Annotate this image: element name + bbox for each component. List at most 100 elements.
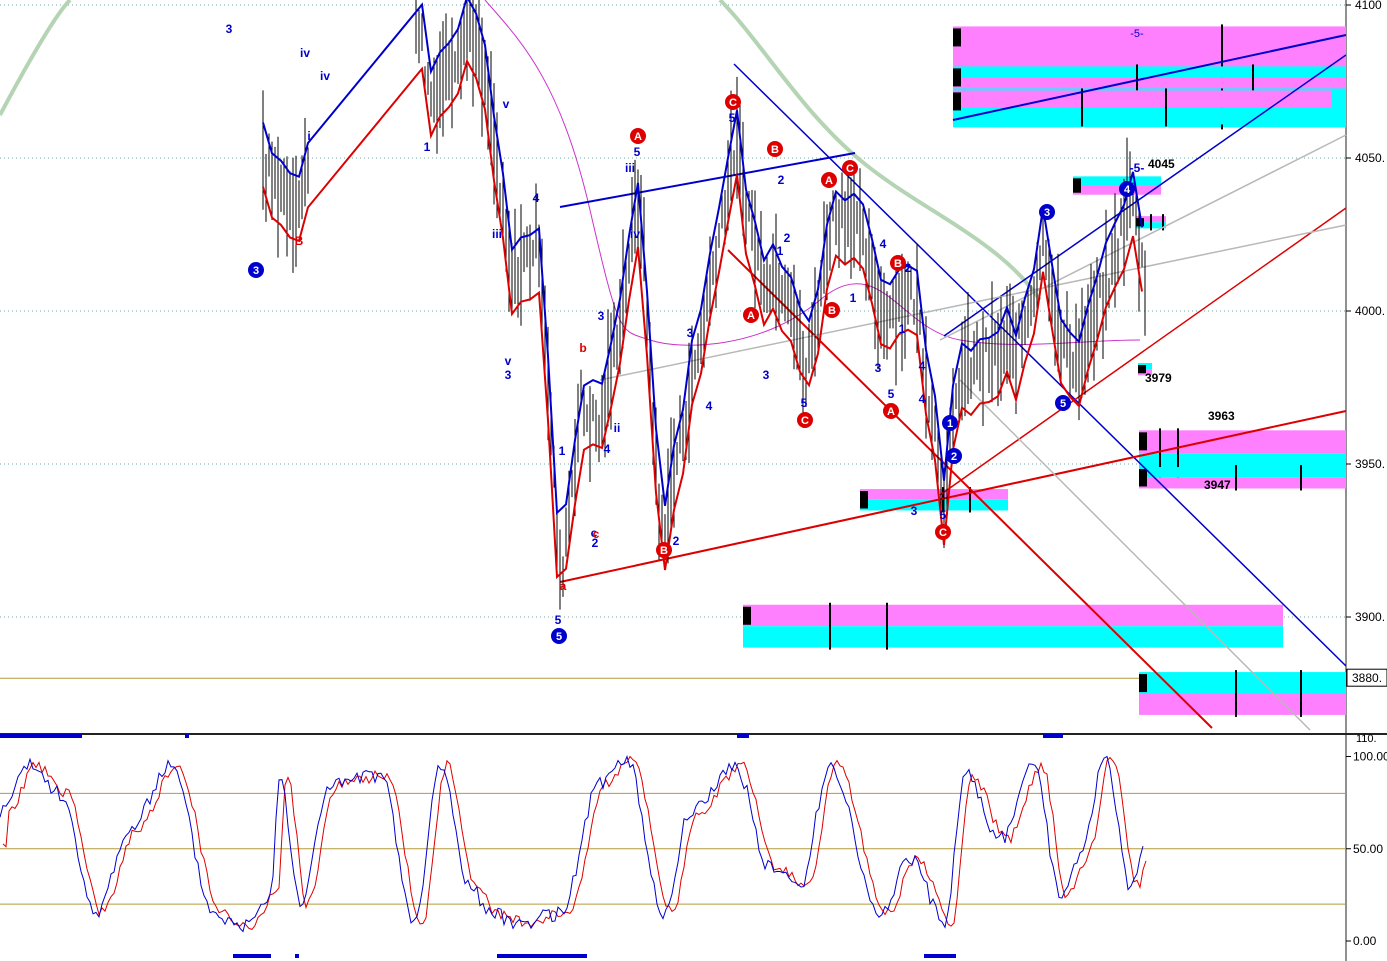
wave-label-blue: 3 (763, 368, 770, 382)
chart-canvas: 3ivi1iviii4v313ii42c55iiiviv342524134123… (0, 0, 1387, 961)
wave-label-blue: 2 (784, 231, 791, 245)
wave-circle-blue-label: 5 (1060, 398, 1066, 410)
wave-circle-red-label: B (828, 305, 836, 317)
range-marker (185, 734, 189, 738)
range-marker (1043, 734, 1063, 738)
wave-label-blue: 5 (940, 508, 947, 522)
wave-label-blue: i (307, 129, 310, 143)
wave-label-blue: 1 (777, 244, 784, 258)
wave-circle-blue-label: 3 (253, 265, 259, 277)
wave-label-blue: 4 (604, 442, 611, 456)
price-axis-label: 4050. (1355, 151, 1385, 165)
wave-label-blue: -5- (1130, 161, 1145, 175)
wave-circle-red-label: A (747, 310, 755, 322)
range-marker (233, 954, 271, 958)
wave-label-blue: ii (614, 421, 621, 435)
oscillator-axis-label: 50.00 (1353, 842, 1383, 856)
target-zone-band (953, 77, 1346, 89)
oscillator-axis-label: 110. (1356, 733, 1377, 745)
wave-label-red: c (593, 527, 600, 541)
wave-circle-red-label: A (887, 406, 895, 418)
wave-label-blue: 3 (505, 368, 512, 382)
target-zone-band (1139, 467, 1346, 478)
last-price-label: 3880. (1352, 671, 1382, 685)
wave-label-blue: 3 (875, 361, 882, 375)
target-zone-band (1139, 693, 1346, 715)
wave-circle-blue-label: 3 (1044, 207, 1050, 219)
wave-label-blue: 4 (919, 359, 926, 373)
wave-label-blue: 4 (706, 399, 713, 413)
target-zone-band (953, 107, 1331, 125)
target-zone-band (1139, 672, 1346, 694)
target-zone-band (743, 626, 1283, 648)
range-marker (737, 734, 749, 738)
price-annotation: 3963 (1208, 409, 1235, 423)
wave-label-blue: iv (300, 46, 310, 60)
wave-circle-blue-label: 5 (556, 631, 562, 643)
wave-label-blue: 1 (559, 444, 566, 458)
wave-label-blue: 1 (850, 291, 857, 305)
wave-label-blue: 3 (226, 22, 233, 36)
target-zone-marker (1073, 178, 1081, 193)
wave-label-blue: 4 (533, 191, 540, 205)
wave-label-blue: 5 (634, 145, 641, 159)
wave-circle-red-label: C (846, 163, 854, 175)
wave-label-blue: v (503, 97, 510, 111)
wave-circle-red-label: B (660, 545, 668, 557)
wave-circle-red-label: B (771, 144, 779, 156)
wave-label-blue: 1 (899, 322, 906, 336)
wave-circle-red-label: C (801, 415, 809, 427)
price-axis-label: 4000. (1355, 304, 1385, 318)
target-zone-band (1073, 176, 1161, 186)
wave-label-blue: 3 (687, 326, 694, 340)
wave-circle-red-label: A (634, 131, 642, 143)
target-zone-marker (953, 28, 961, 47)
wave-label-blue: iv (320, 69, 330, 83)
target-zone-band (860, 489, 1008, 500)
price-annotation: 3947 (1204, 478, 1231, 492)
target-zone-band (1139, 477, 1346, 489)
target-zone-marker (743, 606, 751, 625)
price-axis-label: 3950. (1355, 457, 1385, 471)
wave-label-blue: 4 (919, 392, 926, 406)
wave-label-blue: iii (625, 161, 635, 175)
zone-label: -5- (1130, 28, 1144, 40)
target-zone-marker (1139, 469, 1147, 487)
wave-circle-blue-label: 1 (947, 418, 953, 430)
target-zone-marker (1139, 674, 1147, 693)
wave-label-blue: 2 (673, 534, 680, 548)
wave-label-blue: 3 (598, 309, 605, 323)
price-annotation: 4045 (1148, 157, 1175, 171)
range-marker (924, 954, 956, 958)
wave-circle-red-label: A (825, 175, 833, 187)
wave-circle-red-label: B (894, 258, 902, 270)
wave-label-blue: 1 (424, 140, 431, 154)
wave-label-blue: 5 (729, 111, 736, 125)
wave-circle-blue-label: 2 (951, 451, 957, 463)
wave-label-blue: v (505, 354, 512, 368)
wave-label-red: B (295, 234, 304, 248)
wave-circle-red-label: C (939, 527, 947, 539)
wave-label-red: a (560, 579, 567, 593)
price-axis-label: 3900. (1355, 610, 1385, 624)
price-annotation: 3979 (1145, 371, 1172, 385)
wave-circle-red-label: C (729, 97, 737, 109)
chart-window: 3 iv i 1 iv iii 4 v 3 1 3 ii 4 2 c 5 5 iii v iv 3 4 2 5 2 4 1 3 4 1 2 3… (0, 0, 1387, 961)
range-marker (0, 734, 82, 738)
range-marker (497, 954, 587, 958)
wave-label-blue: 4 (880, 237, 887, 251)
wave-label-red: b (579, 341, 586, 355)
wave-label-blue: 5 (888, 387, 895, 401)
oscillator-axis-label: 100.00 (1353, 750, 1387, 764)
wave-label-blue: 5 (555, 613, 562, 627)
oscillator-axis-label: 0.00 (1353, 934, 1377, 948)
target-zone-marker (953, 92, 961, 111)
range-marker (295, 954, 299, 958)
wave-label-blue: iii (492, 227, 502, 241)
wave-label-blue: 5 (801, 396, 808, 410)
target-zone-band (953, 66, 1346, 78)
wave-label-blue: 3 (911, 504, 918, 518)
price-axis-label: 4100 (1355, 0, 1382, 12)
wave-circle-blue-label: 4 (1124, 184, 1131, 196)
wave-label-blue: 2 (778, 173, 785, 187)
